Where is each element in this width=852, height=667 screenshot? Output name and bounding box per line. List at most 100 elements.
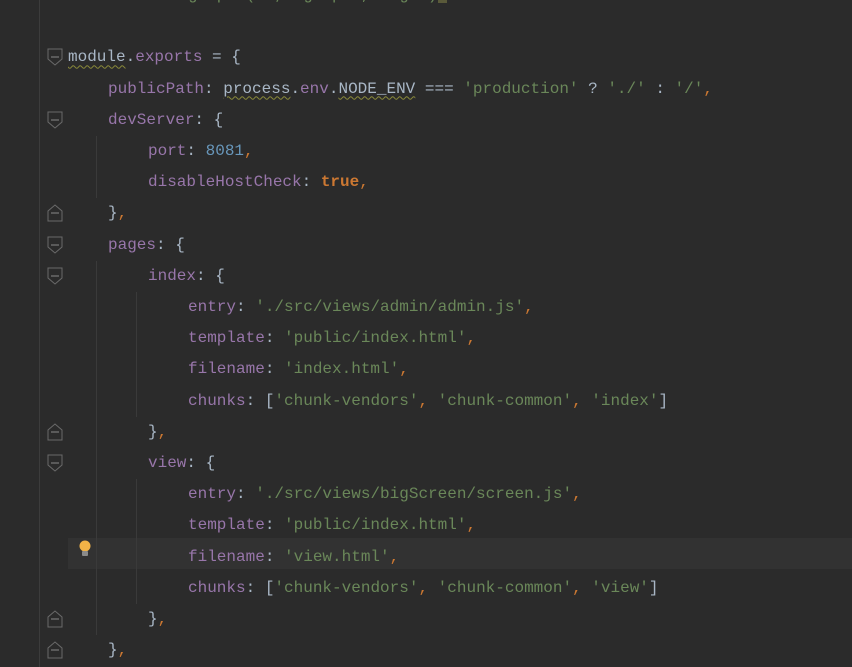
code-token: filename: [188, 547, 265, 566]
code-token: :: [645, 79, 675, 98]
code-token: 'chunk-common': [437, 391, 573, 410]
code-token: ,: [572, 578, 592, 597]
code-token: 'view': [591, 578, 649, 597]
indent-guide: [96, 416, 97, 448]
code-token: ]: [648, 578, 659, 597]
code-line[interactable]: pages: {: [108, 230, 185, 261]
code-token: ,: [117, 641, 128, 660]
code-token: ===: [415, 79, 464, 98]
code-token: entry: [188, 485, 237, 504]
code-line[interactable]: filename: 'index.html',: [188, 354, 409, 385]
indent-guide: [96, 136, 97, 168]
code-line[interactable]: g p ( , g p , g ): [188, 0, 447, 11]
code-token: }: [108, 204, 118, 223]
code-line[interactable]: },: [108, 635, 127, 666]
code-token: ,: [389, 547, 400, 566]
fold-collapse-icon[interactable]: [47, 267, 63, 285]
code-token: :: [301, 173, 321, 192]
indent-guide: [136, 479, 137, 511]
fold-collapse-icon[interactable]: [47, 236, 63, 254]
code-token: ,: [157, 610, 168, 628]
code-token: './': [607, 79, 646, 98]
indent-guide: [96, 292, 97, 324]
indent-guide: [96, 604, 97, 636]
code-token: }: [148, 422, 158, 441]
code-token: ]: [658, 391, 669, 410]
code-line[interactable]: chunks: ['chunk-vendors', 'chunk-common'…: [188, 386, 668, 417]
code-line[interactable]: template: 'public/index.html',: [188, 323, 476, 354]
code-token: :: [264, 360, 285, 379]
fold-end-icon[interactable]: [47, 641, 63, 659]
code-line[interactable]: publicPath: process.env.NODE_ENV === 'pr…: [108, 74, 713, 105]
lightbulb-icon[interactable]: [78, 540, 92, 558]
code-line[interactable]: entry: './src/views/admin/admin.js',: [188, 292, 534, 323]
code-token: port: [148, 142, 187, 160]
fold-collapse-icon[interactable]: [47, 111, 63, 129]
text-caret: [437, 0, 447, 3]
code-token: .: [290, 79, 301, 98]
code-token: ,: [244, 142, 254, 160]
code-token: : {: [194, 110, 224, 129]
code-token: '/': [674, 79, 704, 98]
code-token: :: [264, 329, 285, 348]
code-token: filename: [188, 360, 265, 379]
indent-guide: [136, 354, 137, 386]
code-token: 'view.html': [284, 547, 390, 566]
code-token: 'production': [463, 79, 579, 98]
indent-guide: [96, 448, 97, 480]
indent-guide: [96, 354, 97, 386]
code-token: exports: [135, 48, 203, 67]
fold-end-icon[interactable]: [47, 423, 63, 441]
code-line[interactable]: chunks: ['chunk-vendors', 'chunk-common'…: [188, 573, 659, 604]
code-line[interactable]: entry: './src/views/bigScreen/screen.js'…: [188, 479, 582, 510]
code-token: }: [108, 641, 118, 660]
code-token: 'chunk-vendors': [274, 578, 419, 597]
code-token: template: [188, 516, 265, 535]
code-line[interactable]: disableHostCheck: true,: [148, 167, 369, 198]
code-token: 'chunk-common': [437, 578, 573, 597]
indent-guide: [136, 323, 137, 355]
code-line[interactable]: filename: 'view.html',: [188, 542, 399, 573]
gutter-divider: [39, 0, 40, 667]
indent-guide: [136, 292, 137, 324]
code-token: ,: [524, 298, 534, 316]
code-token: ,: [157, 422, 168, 441]
code-token: :: [204, 79, 224, 98]
fold-collapse-icon[interactable]: [47, 454, 63, 472]
code-token: './src/views/admin/admin.js': [255, 298, 525, 316]
fold-end-icon[interactable]: [47, 204, 63, 222]
code-line[interactable]: template: 'public/index.html',: [188, 510, 476, 541]
indent-guide: [96, 260, 97, 292]
indent-guide: [96, 479, 97, 511]
code-line[interactable]: view: {: [148, 448, 215, 479]
code-token: disableHostCheck: [148, 173, 302, 192]
indent-guide: [136, 572, 137, 604]
code-token: 'index.html': [284, 360, 400, 379]
code-token: devServer: [108, 110, 195, 129]
code-token: : {: [186, 454, 216, 472]
fold-end-icon[interactable]: [47, 610, 63, 628]
code-token: NODE_ENV: [338, 79, 416, 98]
code-token: template: [188, 329, 265, 348]
code-token: 'index': [591, 391, 659, 410]
code-line[interactable]: },: [148, 417, 167, 448]
code-line[interactable]: module.exports = {: [68, 42, 241, 73]
code-token: :: [186, 142, 206, 160]
code-line[interactable]: },: [148, 604, 167, 635]
code-token: ,: [359, 173, 369, 192]
code-token: chunks: [188, 391, 246, 410]
code-line[interactable]: },: [108, 198, 127, 229]
code-token: = {: [202, 48, 241, 67]
indent-guide: [96, 323, 97, 355]
code-token: : {: [156, 235, 185, 254]
code-token: ,: [703, 79, 713, 98]
code-token: : {: [196, 266, 225, 285]
code-token: index: [148, 266, 197, 285]
code-line[interactable]: devServer: {: [108, 105, 223, 136]
indent-guide: [136, 385, 137, 417]
code-line[interactable]: port: 8081,: [148, 136, 254, 167]
fold-collapse-icon[interactable]: [47, 48, 63, 67]
code-token: ?: [578, 79, 608, 98]
code-line[interactable]: index: {: [148, 261, 225, 292]
code-token: 'chunk-vendors': [274, 391, 419, 410]
